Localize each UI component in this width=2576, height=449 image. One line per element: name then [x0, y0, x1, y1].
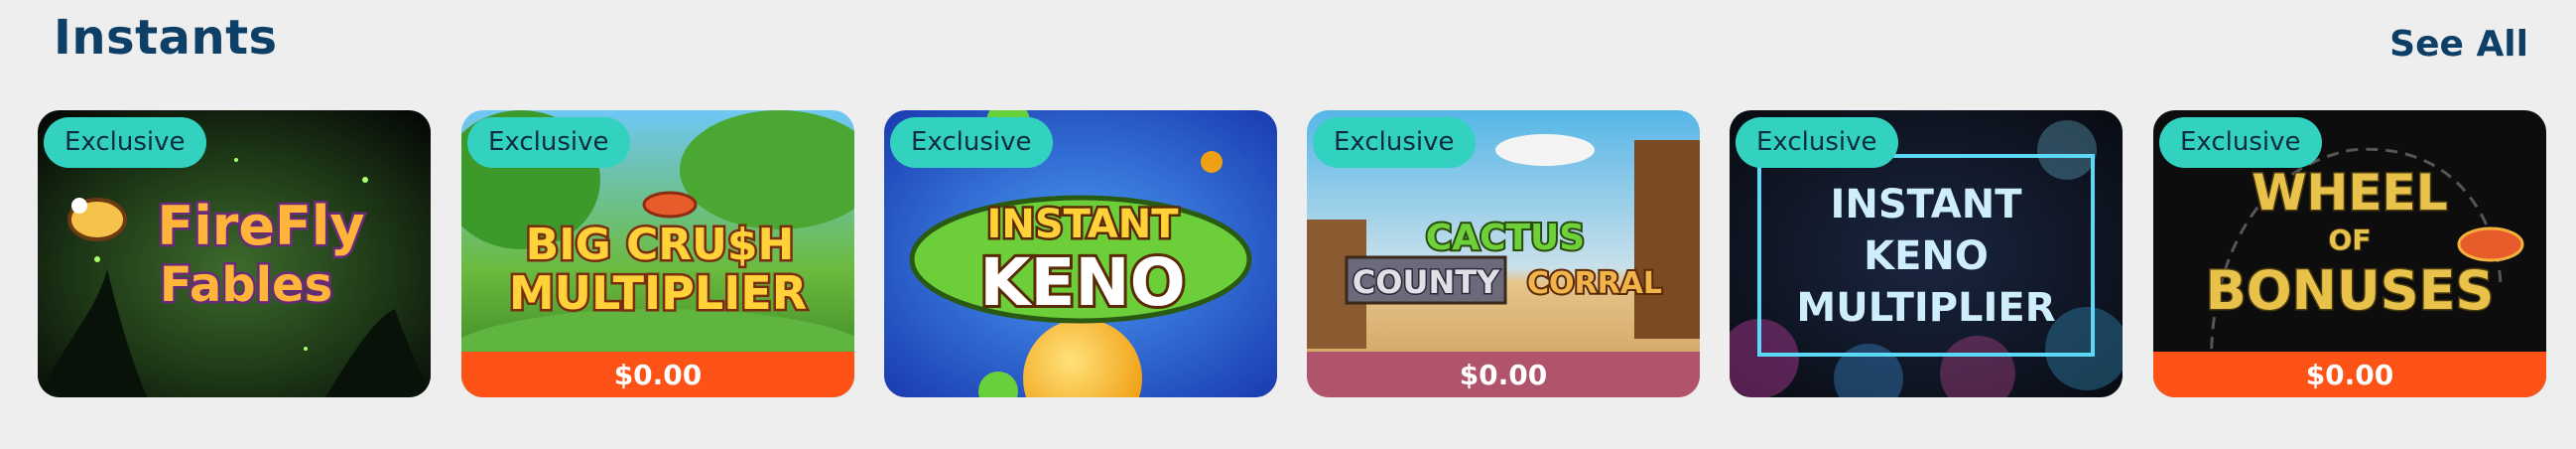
price-label: $0.00	[2153, 352, 2546, 397]
art-title-line: CORRAL	[1527, 266, 1662, 301]
game-card-instant-keno-multiplier[interactable]: INSTANT KENO MULTIPLIER Exclusive	[1730, 110, 2123, 397]
exclusive-badge: Exclusive	[1313, 117, 1476, 168]
price-label: $0.00	[1307, 352, 1700, 397]
exclusive-badge: Exclusive	[467, 117, 630, 168]
section-title: Instants	[54, 10, 278, 66]
art-title-line: INSTANT	[986, 202, 1179, 247]
game-card-wheel-of-bonuses[interactable]: WHEEL OF BONUSES Exclusive $0.00	[2153, 110, 2546, 397]
exclusive-badge: Exclusive	[1736, 117, 1898, 168]
see-all-link[interactable]: See All	[2389, 24, 2528, 65]
art-title-line: INSTANT	[1830, 182, 2022, 227]
exclusive-badge: Exclusive	[2159, 117, 2322, 168]
game-card-cactus-county-corral[interactable]: CACTUS COUNTY CORRAL Exclusive $0.00	[1307, 110, 1700, 397]
game-card-firefly-fables[interactable]: FireFly Fables Exclusive	[38, 110, 431, 397]
game-card-instant-keno[interactable]: INSTANT KENO Exclusive	[884, 110, 1277, 397]
price-label: $0.00	[461, 352, 854, 397]
art-title-line: Fables	[160, 257, 332, 313]
exclusive-badge: Exclusive	[44, 117, 206, 168]
art-title-line: BIG CRU$H	[526, 220, 795, 270]
art-title-line: MULTIPLIER	[509, 266, 807, 320]
art-title-line: KENO	[979, 244, 1186, 321]
exclusive-badge: Exclusive	[890, 117, 1053, 168]
game-card-big-crush-multiplier[interactable]: BIG CRU$H MULTIPLIER Exclusive $0.00	[461, 110, 854, 397]
art-title-line: MULTIPLIER	[1796, 285, 2055, 331]
art-title-line: WHEEL	[2252, 164, 2447, 222]
art-title-line: OF	[2329, 224, 2372, 256]
art-title-line: KENO	[1864, 233, 1989, 279]
art-title-line: BONUSES	[2206, 259, 2495, 322]
art-title-line: FireFly	[157, 195, 364, 257]
art-title-line: CACTUS	[1426, 218, 1585, 258]
art-title-line: COUNTY	[1352, 263, 1500, 301]
